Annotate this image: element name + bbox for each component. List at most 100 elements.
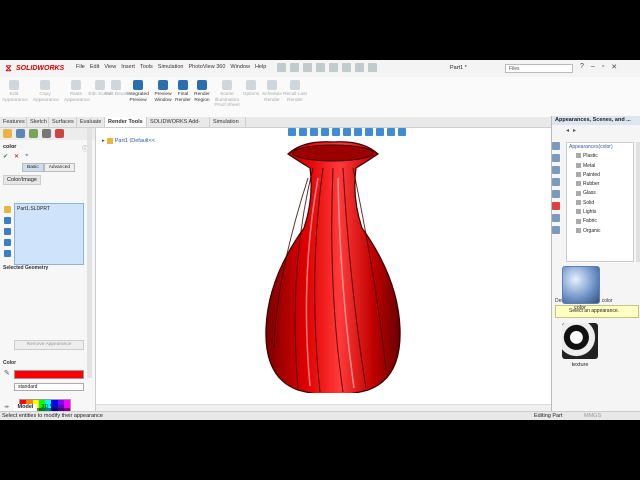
restore-icon[interactable]: ▫ xyxy=(602,63,604,71)
tab-addins[interactable]: SOLIDWORKS Add-Ins xyxy=(147,117,210,135)
pin-icon[interactable]: ⌖ xyxy=(25,153,28,160)
tab-color-image[interactable]: Color/Image xyxy=(3,175,41,185)
options-icon[interactable] xyxy=(368,63,377,72)
eyedropper-icon[interactable]: ✎ xyxy=(4,370,11,377)
tab-simulation[interactable]: Simulation xyxy=(210,117,246,127)
tree-item-glass[interactable]: Glass xyxy=(567,189,633,198)
edit-decal-button[interactable]: Edit Decal xyxy=(104,80,128,98)
custom-properties-icon[interactable] xyxy=(552,214,560,222)
forum-icon[interactable] xyxy=(552,226,560,234)
selected-geometry-list[interactable]: Part1.SLDPRT xyxy=(14,203,84,265)
tree-item-fabric[interactable]: Fabric xyxy=(567,217,633,226)
tab-model[interactable]: Model xyxy=(13,404,38,411)
property-manager-icon[interactable] xyxy=(16,129,25,138)
rebuild-icon[interactable] xyxy=(355,63,364,72)
tab-sketch[interactable]: Sketch xyxy=(27,117,49,127)
view-palette-icon[interactable] xyxy=(552,190,560,198)
zoom-fit-icon[interactable] xyxy=(288,128,296,136)
tree-scrollbar[interactable] xyxy=(636,142,640,262)
graphics-area[interactable]: ▸ Part1 (Default<< xyxy=(96,128,551,411)
dimxpert-icon[interactable] xyxy=(42,129,51,138)
tree-root[interactable]: Appearances(color) xyxy=(567,143,633,152)
forward-icon[interactable]: ▸ xyxy=(573,127,576,134)
display-manager-icon[interactable] xyxy=(55,129,64,138)
minimize-icon[interactable]: – xyxy=(591,63,595,71)
save-icon[interactable] xyxy=(303,63,312,72)
configuration-manager-icon[interactable] xyxy=(29,129,38,138)
flyout-feature-tree[interactable]: ▸ Part1 (Default<< xyxy=(102,138,155,144)
previous-view-icon[interactable] xyxy=(310,128,318,136)
file-explorer-icon[interactable] xyxy=(552,178,560,186)
units-indicator[interactable]: MMGS xyxy=(584,412,601,420)
selected-geometry-item[interactable]: Part1.SLDPRT xyxy=(17,206,50,212)
select-face-icon[interactable] xyxy=(4,217,11,224)
menu-photoview[interactable]: PhotoView 360 xyxy=(188,64,225,70)
ok-icon[interactable]: ✔ xyxy=(3,153,8,160)
select-feature-icon[interactable] xyxy=(4,228,11,235)
appearances-icon[interactable] xyxy=(552,202,560,210)
zoom-area-icon[interactable] xyxy=(299,128,307,136)
display-style-icon[interactable] xyxy=(343,128,351,136)
search-input[interactable]: Files xyxy=(505,64,573,73)
undo-icon[interactable] xyxy=(329,63,338,72)
menu-view[interactable]: View xyxy=(104,64,116,70)
schedule-render-button[interactable]: Schedule Render xyxy=(260,80,284,103)
back-icon[interactable]: ◂ xyxy=(566,127,569,134)
tree-item-solid[interactable]: Solid xyxy=(567,199,633,208)
menu-simulation[interactable]: Simulation xyxy=(158,64,184,70)
color-swatch[interactable] xyxy=(14,370,84,379)
integrated-preview-button[interactable]: Integrated Preview xyxy=(126,80,150,103)
section-view-icon[interactable] xyxy=(321,128,329,136)
menu-file[interactable]: File xyxy=(76,64,85,70)
copy-appearance-button[interactable]: Copy Appearance xyxy=(33,80,59,103)
paste-appearance-button[interactable]: Paste Appearance xyxy=(64,80,90,103)
appearance-thumbnail-color[interactable] xyxy=(562,266,600,304)
tree-item-organic[interactable]: Organic xyxy=(567,227,633,236)
vase-model[interactable] xyxy=(258,138,408,393)
menu-tools[interactable]: Tools xyxy=(140,64,153,70)
monitor-icon[interactable] xyxy=(398,128,406,136)
menu-window[interactable]: Window xyxy=(230,64,250,70)
tab-surfaces[interactable]: Surfaces xyxy=(49,117,77,127)
edit-appearance-hud-icon[interactable] xyxy=(365,128,373,136)
color-mode-select[interactable]: standard xyxy=(14,383,84,391)
select-body-icon[interactable] xyxy=(4,239,11,246)
edit-appearance-button[interactable]: Edit Appearance xyxy=(2,80,28,103)
design-library-icon[interactable] xyxy=(552,166,560,174)
recall-last-render-button[interactable]: Recall Last Render xyxy=(283,80,307,103)
hide-show-icon[interactable] xyxy=(354,128,362,136)
basic-button[interactable]: Basic xyxy=(22,163,44,172)
tree-item-painted[interactable]: Painted xyxy=(567,171,633,180)
close-icon[interactable]: ✕ xyxy=(611,63,617,71)
tab-evaluate[interactable]: Evaluate xyxy=(77,117,105,127)
menu-edit[interactable]: Edit xyxy=(90,64,99,70)
scene-illumination-button[interactable]: Scene Illumination Proof Sheet xyxy=(213,80,241,109)
render-region-button[interactable]: Render Region xyxy=(190,80,214,103)
print-icon[interactable] xyxy=(316,63,325,72)
viewport-scrollbar[interactable] xyxy=(96,404,551,411)
apply-scene-icon[interactable] xyxy=(376,128,384,136)
appearance-thumbnail-texture[interactable] xyxy=(562,323,598,359)
view-orientation-icon[interactable] xyxy=(332,128,340,136)
tree-item-plastic[interactable]: Plastic xyxy=(567,152,633,161)
select-icon[interactable] xyxy=(342,63,351,72)
view-settings-icon[interactable] xyxy=(387,128,395,136)
solidworks-logo[interactable]: ⧖ SOLIDWORKS xyxy=(3,63,64,74)
help-icon[interactable]: ? xyxy=(580,63,584,71)
remove-appearance-button[interactable]: Remove Appearance xyxy=(14,340,84,350)
home-icon[interactable] xyxy=(552,142,560,150)
feature-manager-icon[interactable] xyxy=(3,129,12,138)
cancel-icon[interactable]: ✕ xyxy=(14,153,19,160)
menu-insert[interactable]: Insert xyxy=(121,64,135,70)
resources-icon[interactable] xyxy=(552,154,560,162)
select-part-icon[interactable] xyxy=(4,206,11,213)
tree-item-lights[interactable]: Lights xyxy=(567,208,633,217)
pm-scrollbar[interactable] xyxy=(87,128,92,378)
tree-item-rubber[interactable]: Rubber xyxy=(567,180,633,189)
tab-features[interactable]: Features xyxy=(0,117,27,127)
menu-help[interactable]: Help xyxy=(255,64,266,70)
tree-item-metal[interactable]: Metal xyxy=(567,162,633,171)
appearance-tree[interactable]: Appearances(color) Plastic Metal Painted… xyxy=(566,142,634,262)
new-icon[interactable] xyxy=(277,63,286,72)
expand-icon[interactable]: ▸ xyxy=(102,138,105,144)
